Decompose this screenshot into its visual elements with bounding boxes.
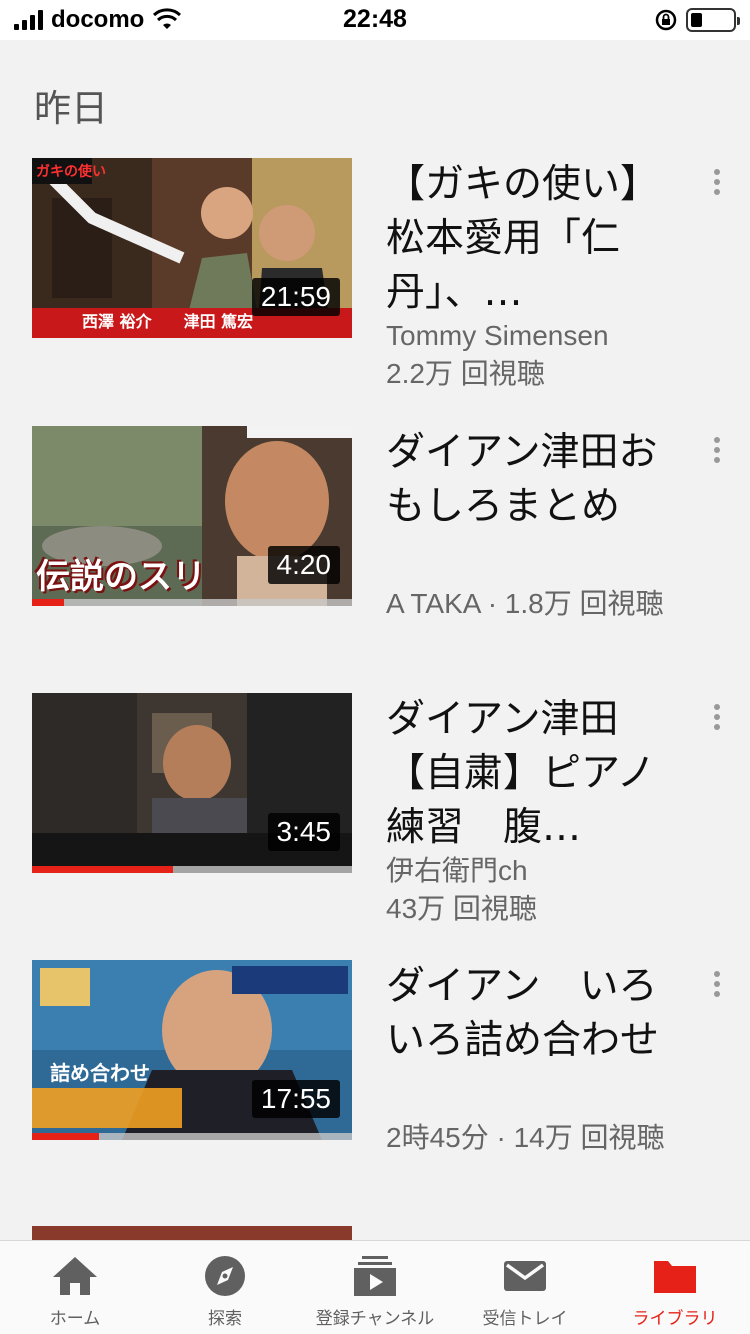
tab-label: ホーム: [49, 1309, 101, 1329]
status-bar: docomo 22:48: [0, 0, 750, 40]
video-channel: Tommy Simensen: [386, 320, 609, 351]
tab-library[interactable]: ライブラリ: [600, 1241, 750, 1334]
rotation-lock-icon: [655, 9, 677, 31]
video-channel-views: 2時45分 · 14万 回視聴: [386, 1122, 665, 1153]
video-title[interactable]: ダイアン いろいろ詰め合わせ: [386, 960, 666, 1068]
video-channel-views: A TAKA · 1.8万 回視聴: [386, 588, 664, 619]
watch-progress: [32, 599, 352, 606]
video-title[interactable]: ダイアン津田【自粛】ピアノ練習 腹…: [386, 693, 666, 855]
video-duration: 21:59: [251, 278, 340, 316]
video-thumbnail[interactable]: 3:45: [32, 693, 352, 873]
more-options-icon[interactable]: [702, 964, 732, 1004]
more-options-icon[interactable]: [702, 162, 732, 202]
video-thumbnail[interactable]: ガキの使い 西澤 裕介 津田 篤宏 21:59: [32, 158, 352, 338]
thumbnail-caption: 詰め合わせ: [50, 1061, 150, 1085]
video-views: 2.2万 回視聴: [386, 358, 545, 389]
video-thumbnail[interactable]: [32, 1226, 352, 1240]
video-item-partial[interactable]: [0, 1226, 750, 1240]
home-icon: [53, 1257, 97, 1295]
library-icon: [654, 1261, 696, 1293]
video-title[interactable]: 【ガキの使い】松本愛用「仁丹」、…: [386, 158, 666, 320]
battery-icon: [686, 8, 740, 32]
inbox-icon: [504, 1261, 546, 1291]
thumbnail-caption: 伝説のスリ: [36, 557, 206, 597]
more-options-icon[interactable]: [702, 430, 732, 470]
video-duration: 4:20: [267, 546, 340, 584]
video-item[interactable]: 伝説のスリ 4:20 ダイアン津田おもしろまとめ A TAKA · 1.8万 回…: [0, 426, 750, 666]
tab-subscriptions[interactable]: 登録チャンネル: [300, 1241, 450, 1334]
explore-icon: [205, 1256, 245, 1296]
video-channel: 伊右衛門ch: [386, 855, 528, 886]
subscriptions-icon: [354, 1256, 396, 1296]
bottom-tab-bar: ホーム 探索 登録チャンネル 受信トレイ ライブラリ: [0, 1240, 750, 1334]
svg-text:ガキの使い: ガキの使い: [36, 163, 106, 180]
video-views: 43万 回視聴: [386, 893, 537, 924]
tab-inbox[interactable]: 受信トレイ: [450, 1241, 600, 1334]
tab-label: 登録チャンネル: [315, 1309, 435, 1329]
video-item[interactable]: ガキの使い 西澤 裕介 津田 篤宏 21:59 【ガキの使い】松本愛用「仁丹」、…: [0, 158, 750, 398]
section-heading: 昨日: [34, 87, 108, 130]
video-item[interactable]: 詰め合わせ 17:55 ダイアン いろいろ詰め合わせ 2時45分 · 14万 回…: [0, 960, 750, 1200]
tab-home[interactable]: ホーム: [0, 1241, 150, 1334]
watch-progress: [32, 1133, 352, 1140]
video-title[interactable]: ダイアン津田おもしろまとめ: [386, 426, 666, 534]
video-thumbnail[interactable]: 詰め合わせ 17:55: [32, 960, 352, 1140]
clock: 22:48: [343, 5, 407, 33]
tab-label: 探索: [208, 1309, 242, 1329]
more-options-icon[interactable]: [702, 697, 732, 737]
video-duration: 17:55: [251, 1080, 340, 1118]
watch-progress: [32, 866, 352, 873]
status-bar-right: [654, 6, 740, 34]
tab-label: 受信トレイ: [482, 1309, 568, 1329]
video-duration: 3:45: [267, 813, 340, 851]
tab-explore[interactable]: 探索: [150, 1241, 300, 1334]
video-thumbnail[interactable]: 伝説のスリ 4:20: [32, 426, 352, 606]
thumbnail-caption: 西澤 裕介 津田 篤宏: [82, 312, 254, 331]
video-item[interactable]: 3:45 ダイアン津田【自粛】ピアノ練習 腹… 伊右衛門ch 43万 回視聴: [0, 693, 750, 933]
tab-label: ライブラリ: [632, 1309, 718, 1329]
